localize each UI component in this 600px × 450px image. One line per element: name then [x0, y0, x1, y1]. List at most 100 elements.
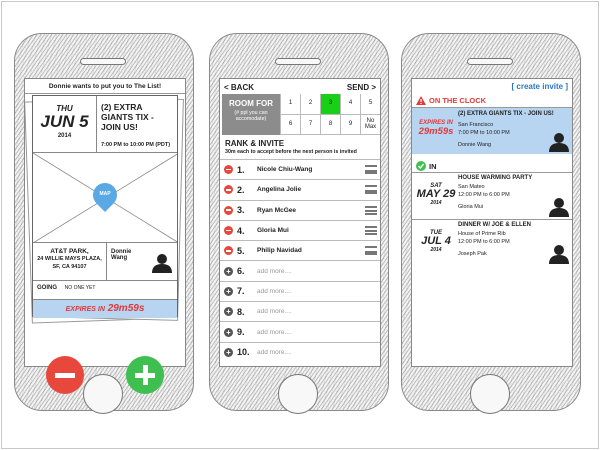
- drag-handle-icon[interactable]: [365, 246, 377, 256]
- going-value: NO ONE YET: [64, 285, 96, 291]
- drag-handle-icon[interactable]: [365, 165, 377, 174]
- on-clock-label: ON THE CLOCK: [429, 96, 487, 105]
- in-event-row[interactable]: DINNER W/ JOE & ELLEN TUE JUL 4 2014 House o…: [412, 219, 572, 266]
- room-option[interactable]: No Max: [360, 114, 380, 135]
- add-icon[interactable]: +: [224, 266, 233, 276]
- event-details: San Mateo 12:00 PM to 6:00 PM Gloria Mui: [458, 184, 510, 212]
- event-details: San Francisco 7:00 PM to 10:00 PM Donnie…: [458, 122, 510, 150]
- remove-icon[interactable]: [224, 226, 233, 236]
- expires-label: EXPIRES IN: [65, 306, 105, 313]
- room-option[interactable]: 6: [280, 114, 300, 135]
- rank-subtitle: 30m each to accept before the next perso…: [225, 149, 357, 155]
- room-label: ROOM FOR: [229, 99, 273, 108]
- home-button[interactable]: [278, 374, 318, 414]
- warning-icon: [416, 96, 426, 105]
- add-slot-row[interactable]: +8. add more....: [220, 301, 380, 321]
- map-view[interactable]: MAP: [33, 153, 177, 243]
- room-option[interactable]: 5: [360, 94, 380, 115]
- invitee-row[interactable]: 5. Philip Navidad: [220, 240, 380, 260]
- invitee-name: Gloria Mui: [257, 227, 289, 235]
- room-sub: (# ppl you can accomodate): [234, 110, 268, 123]
- remove-icon[interactable]: [224, 205, 233, 215]
- drag-handle-icon[interactable]: [365, 225, 377, 235]
- invitee-name: Philip Navidad: [257, 247, 302, 255]
- rank-title: RANK & INVITE: [225, 139, 285, 148]
- avatar-icon: [549, 133, 569, 152]
- rank-number: 4.: [237, 225, 245, 236]
- drag-handle-icon[interactable]: [365, 205, 377, 215]
- event-date-block: TUE JUL 4 2014: [414, 230, 458, 253]
- check-circle-icon: [416, 161, 426, 171]
- event-host: Joseph Pak: [458, 250, 487, 257]
- room-options: 1 2 3 4 5 6 7 8 9 No Max: [280, 94, 380, 135]
- room-option[interactable]: 9: [340, 114, 360, 135]
- invitee-row[interactable]: 3. Ryan McGee: [220, 199, 380, 220]
- rank-number: 6.: [237, 266, 245, 277]
- invitee-name: Angelina Jolie: [257, 186, 302, 194]
- home-button[interactable]: [83, 374, 123, 414]
- create-invite-link[interactable]: [ create invite ]: [512, 82, 568, 91]
- rank-number: 10.: [237, 347, 250, 358]
- expires-countdown: 29m59s: [107, 303, 145, 314]
- room-label-box: ROOM FOR (# ppl you can accomodate): [222, 94, 280, 135]
- add-slot-row[interactable]: +9. add more....: [220, 321, 380, 341]
- room-selector: ROOM FOR (# ppl you can accomodate) 1234…: [222, 94, 380, 135]
- add-slot-row[interactable]: +6. add more....: [220, 260, 380, 280]
- send-button[interactable]: SEND >: [347, 83, 376, 92]
- rank-number: 9.: [237, 327, 245, 338]
- event-place: San Mateo: [458, 184, 485, 190]
- event-info: (2) EXTRA GIANTS TIX - JOIN US! 7:00 PM …: [97, 96, 177, 153]
- speaker: [467, 58, 513, 65]
- add-icon[interactable]: +: [224, 286, 233, 296]
- add-more-placeholder: add more....: [257, 348, 292, 356]
- room-option[interactable]: 8: [320, 114, 340, 135]
- minus-icon: [55, 373, 75, 378]
- event-time: 7:00 PM to 10:00 PM: [458, 129, 510, 136]
- date-block: THU JUN 5 2014: [33, 96, 97, 153]
- invitee-list: 1. Nicole Chiu-Wang 2. Angelina Jolie 3. Ryan…: [220, 159, 380, 362]
- add-icon[interactable]: +: [224, 347, 233, 357]
- invite-card[interactable]: THU JUN 5 2014 (2) EXTRA GIANTS TIX - JO…: [32, 95, 178, 318]
- accept-button[interactable]: [126, 356, 164, 394]
- home-button[interactable]: [470, 374, 510, 414]
- invitee-row[interactable]: 1. Nicole Chiu-Wang: [220, 159, 380, 179]
- expires-block: EXPIRES IN 29m59s: [414, 120, 458, 137]
- invites-list-screen: [ create invite ] ON THE CLOCK (2) EXTRA…: [411, 78, 573, 367]
- remove-icon[interactable]: [224, 185, 233, 195]
- room-option[interactable]: 1: [280, 94, 300, 115]
- add-more-placeholder: add more....: [257, 328, 292, 336]
- add-icon[interactable]: +: [224, 307, 233, 317]
- in-label: IN: [429, 161, 437, 171]
- expires-countdown: 29m59s: [418, 126, 454, 137]
- event-time: 12:00 PM to 6:00 PM: [458, 238, 510, 245]
- rank-number: 7.: [237, 286, 245, 297]
- on-clock-event[interactable]: (2) EXTRA GIANTS TIX - JOIN US! EXPIRES …: [412, 107, 572, 154]
- event-place: House of Prime Rib: [458, 231, 506, 237]
- add-more-placeholder: add more....: [257, 267, 292, 275]
- add-slot-row[interactable]: +7. add more....: [220, 280, 380, 301]
- add-slot-row[interactable]: +10. add more....: [220, 341, 380, 362]
- event-title: (2) EXTRA GIANTS TIX - JOIN US!: [458, 111, 554, 117]
- avatar-icon: [549, 198, 569, 217]
- going-label: GOING: [37, 285, 58, 291]
- room-option[interactable]: 2: [300, 94, 320, 115]
- year-label: 2014: [430, 200, 442, 206]
- invite-header: Donnie wants to put you to The List!: [25, 79, 185, 94]
- year-label: 2014: [57, 133, 72, 139]
- reject-button[interactable]: [46, 356, 84, 394]
- room-option[interactable]: 4: [340, 94, 360, 115]
- expires-bar: EXPIRES IN 29m59s: [33, 299, 177, 318]
- avatar-icon: [152, 254, 172, 273]
- invitee-row[interactable]: 4. Gloria Mui: [220, 219, 380, 240]
- in-event-row[interactable]: HOUSE WARMING PARTY SAT MAY 29 2014 San Mate…: [412, 172, 572, 219]
- remove-icon[interactable]: [224, 246, 233, 256]
- add-more-placeholder: add more....: [257, 308, 292, 316]
- drag-handle-icon[interactable]: [365, 185, 377, 195]
- room-option[interactable]: 3: [320, 94, 340, 115]
- room-option[interactable]: 7: [300, 114, 320, 135]
- add-icon[interactable]: +: [224, 327, 233, 337]
- invitee-row[interactable]: 2. Angelina Jolie: [220, 179, 380, 199]
- remove-icon[interactable]: [224, 165, 233, 175]
- back-button[interactable]: < BACK: [224, 83, 254, 92]
- location-line: SF, CA 94107: [52, 263, 87, 270]
